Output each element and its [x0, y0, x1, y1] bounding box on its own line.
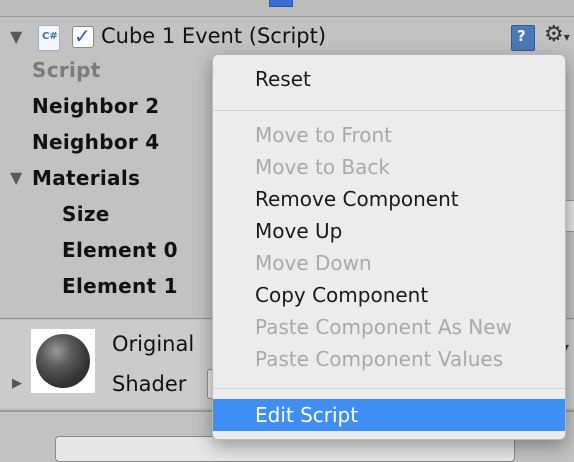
menu-item-move-to-front: Move to Front	[213, 119, 565, 151]
material-preview	[31, 329, 95, 393]
menu-item-move-down: Move Down	[213, 247, 565, 279]
menu-separator	[213, 110, 565, 111]
element0-field-label: Element 0	[62, 238, 178, 262]
menu-item-paste-component-values: Paste Component Values	[213, 343, 565, 375]
materials-foldout-icon[interactable]: ▼	[10, 168, 22, 187]
menu-item-label: Move to Back	[255, 155, 390, 179]
component-title: Cube 1 Event (Script)	[101, 24, 327, 48]
menu-item-label: Paste Component As New	[255, 315, 512, 339]
script-field-label: Script	[32, 58, 101, 82]
component-foldout-icon[interactable]: ▼	[10, 27, 22, 46]
material-expand-icon[interactable]: ▶	[12, 376, 22, 391]
sphere-preview-icon	[36, 334, 90, 388]
neighbor4-field-label: Neighbor 4	[32, 130, 160, 154]
material-name: Original	[112, 332, 195, 356]
menu-item-label: Remove Component	[255, 187, 459, 211]
menu-item-move-to-back: Move to Back	[213, 151, 565, 183]
csharp-icon-text: C#	[42, 31, 58, 42]
menu-item-move-up[interactable]: Move Up	[213, 215, 565, 247]
top-strip	[0, 0, 574, 17]
context-menu: Reset Move to Front Move to Back Remove …	[212, 54, 566, 440]
menu-item-copy-component[interactable]: Copy Component	[213, 279, 565, 311]
shader-label: Shader	[112, 372, 187, 396]
element1-field-label: Element 1	[62, 274, 178, 298]
top-field-edge[interactable]	[269, 0, 293, 7]
help-icon-glyph: ?	[517, 27, 526, 45]
menu-item-edit-script[interactable]: Edit Script	[213, 399, 565, 431]
menu-separator	[213, 388, 565, 389]
help-book-icon[interactable]: ?	[511, 25, 535, 51]
menu-item-label: Move Down	[255, 251, 372, 275]
menu-item-label: Paste Component Values	[255, 347, 504, 371]
menu-item-label: Copy Component	[255, 283, 429, 307]
csharp-script-icon: C#	[38, 25, 60, 51]
menu-item-paste-component-as-new: Paste Component As New	[213, 311, 565, 343]
materials-label[interactable]: Materials	[32, 166, 140, 190]
size-field-label: Size	[62, 202, 110, 226]
checkmark-icon: ✓	[74, 24, 91, 48]
component-enabled-checkbox[interactable]: ✓	[72, 24, 94, 48]
menu-item-reset[interactable]: Reset	[213, 63, 565, 95]
menu-item-label: Move to Front	[255, 123, 393, 147]
menu-item-label: Reset	[255, 67, 311, 91]
neighbor2-field-label: Neighbor 2	[32, 94, 160, 118]
menu-item-label: Edit Script	[255, 403, 359, 427]
gear-icon[interactable]: ⚙▾	[544, 22, 570, 47]
menu-item-remove-component[interactable]: Remove Component	[213, 183, 565, 215]
menu-item-label: Move Up	[255, 219, 343, 243]
